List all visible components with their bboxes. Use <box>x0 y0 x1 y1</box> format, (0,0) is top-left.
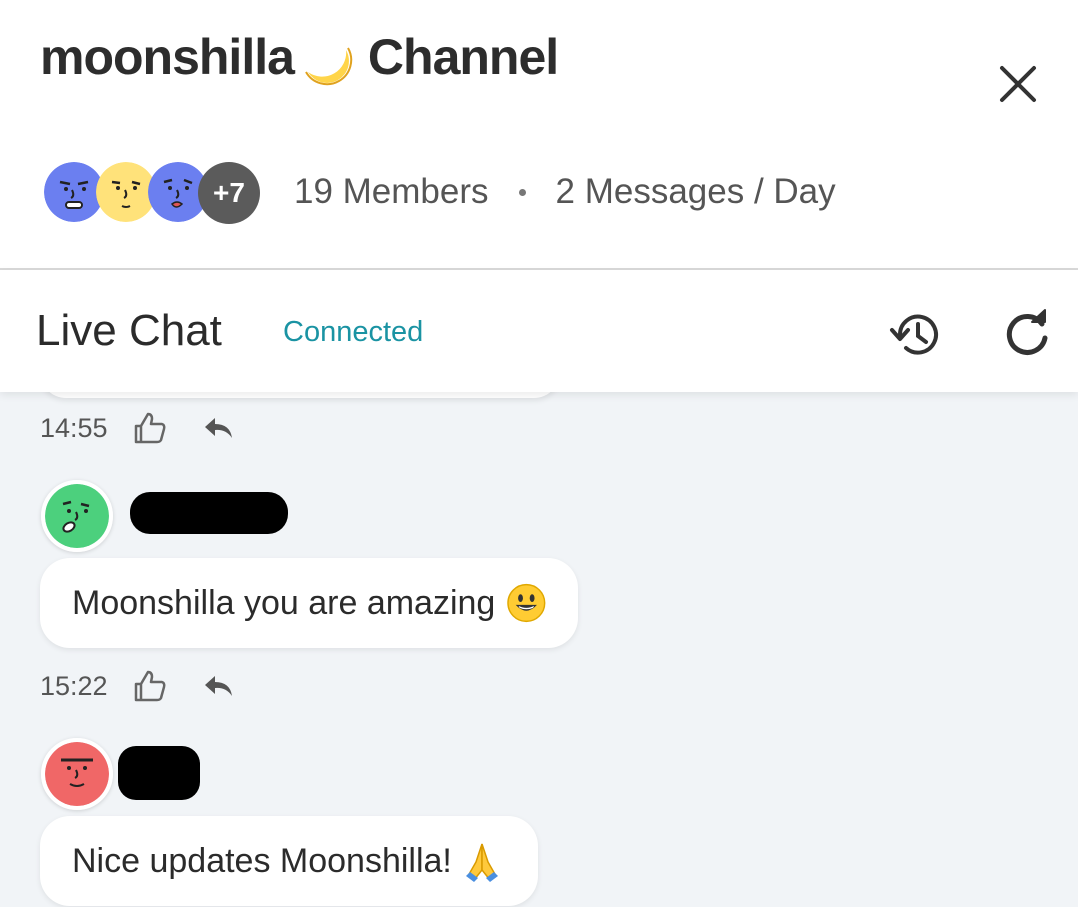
message-bubble: Nice updates Moonshilla! <box>40 816 538 906</box>
message-bubble <box>40 392 560 398</box>
live-chat-title: Live Chat <box>36 306 222 355</box>
folded-hands-emoji <box>465 843 498 882</box>
redacted-username <box>130 492 288 534</box>
reply-icon[interactable] <box>202 412 234 444</box>
member-avatar-icon <box>44 162 104 222</box>
user-avatar[interactable] <box>41 738 113 810</box>
channel-suffix: Channel <box>367 29 559 85</box>
member-avatars[interactable]: +7 <box>44 160 264 224</box>
separator-dot <box>518 188 526 196</box>
connection-status: Connected <box>283 316 424 348</box>
chat-messages[interactable]: 14:55 Moonshilla you are amazing 15:22 N… <box>0 392 1078 907</box>
message-time: 14:55 <box>40 412 108 443</box>
like-icon[interactable] <box>132 668 168 704</box>
user-avatar[interactable] <box>41 480 113 552</box>
channel-title: moonshilla Channel <box>40 28 559 86</box>
message-bubble: Moonshilla you are amazing <box>40 558 578 648</box>
redacted-username <box>118 746 200 800</box>
refresh-icon[interactable] <box>1000 306 1054 360</box>
members-count: 19 Members <box>294 172 489 211</box>
message-meta: 14:55 <box>40 410 234 446</box>
message-time: 15:22 <box>40 670 108 701</box>
grinning-face-emoji <box>507 583 546 623</box>
message-text: Nice updates Moonshilla! <box>72 841 452 880</box>
reply-icon[interactable] <box>202 670 234 702</box>
channel-name: moonshilla <box>40 29 295 85</box>
member-avatar-icon <box>96 162 156 222</box>
crescent-moon-icon <box>305 47 353 86</box>
channel-stats: 19 Members 2 Messages / Day <box>294 172 836 212</box>
message-text: Moonshilla you are amazing <box>72 583 496 622</box>
live-chat-header: Live Chat Connected <box>0 270 1078 392</box>
message-meta: 15:22 <box>40 668 234 704</box>
more-members-badge[interactable]: +7 <box>198 162 260 224</box>
like-icon[interactable] <box>132 410 168 446</box>
messages-rate: 2 Messages / Day <box>555 172 836 211</box>
close-icon[interactable] <box>996 62 1040 106</box>
members-row: +7 19 Members 2 Messages / Day <box>44 160 836 224</box>
history-icon[interactable] <box>888 306 946 364</box>
channel-header: moonshilla Channel +7 19 Members 2 Messa… <box>0 0 1078 268</box>
